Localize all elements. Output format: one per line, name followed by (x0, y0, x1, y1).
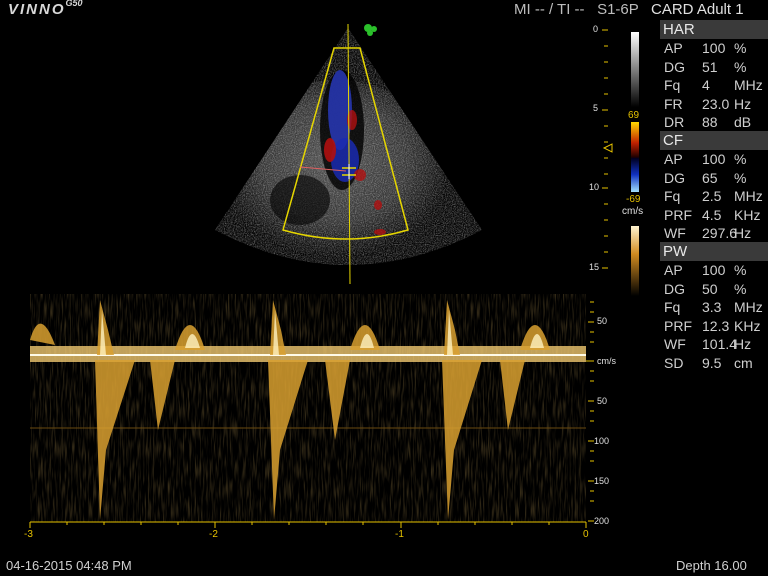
depth-label-0: 0 (593, 24, 599, 34)
har-panel-title: HAR (660, 20, 768, 39)
velocity-scale (586, 301, 594, 522)
cf-fq-row: Fq 2.5 MHz (664, 188, 763, 204)
har-panel: HAR AP 100% DG 51% Fq 4 MHz FR 23.0 Hz DR 88 dB (660, 20, 768, 132)
velocity-label-200: 200 (594, 516, 610, 526)
har-fq-row: Fq 4 MHz (664, 77, 763, 93)
cf-panel-title: CF (660, 131, 768, 150)
cf-dg-row: DG 65% (664, 169, 747, 186)
depth-readout: Depth 16.00 (676, 558, 747, 573)
velocity-unit-label: cm/s (597, 356, 616, 366)
har-dr-row: DR 88 dB (664, 114, 752, 130)
cf-unit-label: cm/s (622, 206, 644, 217)
pw-panel: PW AP 100% DG 50% Fq 3.3 MHz PRF 12.3 KHz WF 10… (660, 242, 768, 372)
pw-prf-row: PRF 12.3 KHz (664, 317, 761, 334)
cf-max-label: 69 (628, 110, 640, 121)
depth-scale (602, 29, 613, 269)
focus-marker-icon (602, 143, 613, 153)
orientation-mark-icon (364, 24, 377, 36)
color-flow-map-bar (631, 122, 639, 192)
time-label-0: 0 (583, 529, 589, 540)
cf-prf-row: PRF 4.5 KHz (664, 206, 761, 223)
cf-panel: CF AP 100% DG 65% Fq 2.5 MHz PRF 4.5 KHz WF 297… (660, 131, 768, 243)
har-ap-row: AP 100% (664, 40, 747, 56)
pw-wf-row: WF 101.4 Hz (664, 336, 752, 352)
pw-sd-row: SD 9.5 cm (664, 354, 753, 371)
velocity-label-150: 150 (594, 476, 610, 486)
time-label-minus1: -1 (395, 529, 404, 540)
time-axis (29, 521, 587, 528)
cf-min-label: -69 (626, 194, 641, 205)
pw-dg-row: DG 50% (664, 280, 747, 297)
cf-wf-row: WF 297.6 Hz (664, 225, 752, 241)
time-label-minus3: -3 (24, 529, 33, 540)
depth-label-5: 5 (593, 103, 599, 113)
velocity-label-100: 100 (594, 436, 610, 446)
pw-fq-row: Fq 3.3 MHz (664, 299, 763, 315)
pw-doppler-spectrum (30, 294, 586, 522)
pw-panel-title: PW (660, 242, 768, 261)
depth-label-10: 10 (589, 182, 600, 192)
depth-label-15: 15 (589, 262, 600, 272)
time-label-minus2: -2 (209, 529, 218, 540)
cf-ap-row: AP 100% (664, 151, 747, 167)
pw-ap-row: AP 100% (664, 262, 747, 278)
har-dg-row: DG 51% (664, 58, 747, 75)
velocity-label-50-up: 50 (597, 316, 608, 326)
ultrasound-canvas (29, 23, 639, 528)
doppler-map-bar (631, 226, 639, 296)
velocity-label-50-down: 50 (597, 396, 608, 406)
grayscale-bar (631, 32, 639, 107)
date-time-label: 04-16-2015 04:48 PM (6, 558, 132, 573)
har-fr-row: FR 23.0 Hz (664, 95, 752, 112)
